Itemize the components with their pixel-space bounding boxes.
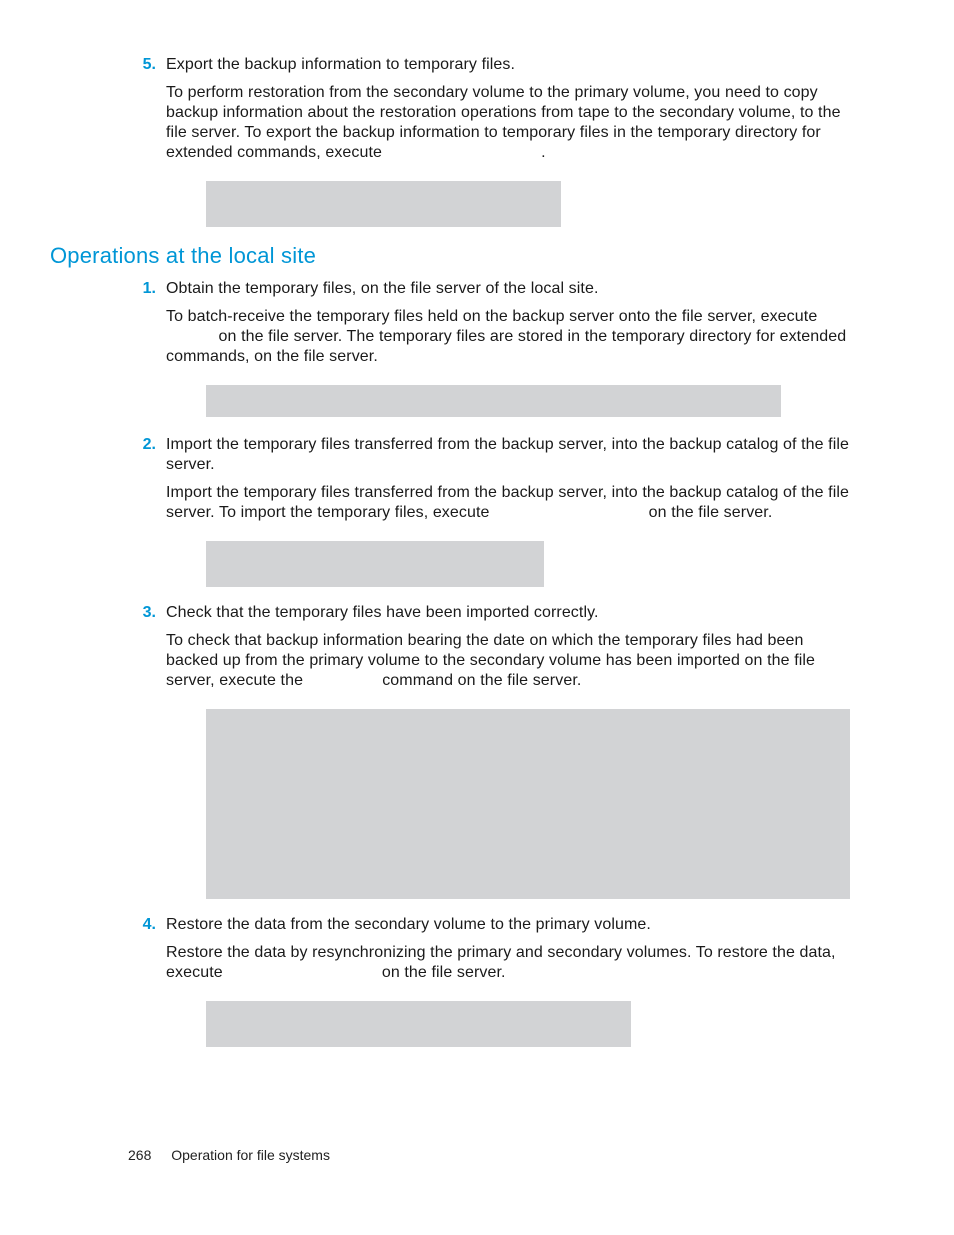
- remote-site-steps: 5. Export the backup information to temp…: [50, 55, 904, 227]
- code-block-check: [206, 709, 850, 899]
- step-4-body: Restore the data from the secondary volu…: [166, 915, 904, 993]
- step-4: 4. Restore the data from the secondary v…: [50, 915, 904, 993]
- step-3-body: Check that the temporary files have been…: [166, 603, 904, 701]
- step-1-title: Obtain the temporary files, on the file …: [166, 279, 850, 299]
- step-4-number: 4.: [130, 915, 156, 993]
- step-5: 5. Export the backup information to temp…: [50, 55, 904, 173]
- step-4-title: Restore the data from the secondary volu…: [166, 915, 850, 935]
- step-1-body: Obtain the temporary files, on the file …: [166, 279, 904, 377]
- step-1-para-b: on the file server. The temporary files …: [166, 328, 846, 365]
- step-2-number: 2.: [130, 435, 156, 533]
- step-5-para-trail: .: [541, 144, 546, 161]
- page-footer: 268 Operation for file systems: [128, 1147, 330, 1163]
- step-3-paragraph: To check that backup information bearing…: [166, 631, 850, 691]
- local-site-steps: 1. Obtain the temporary files, on the fi…: [50, 279, 904, 1047]
- step-2-para-b: on the file server.: [649, 504, 773, 521]
- step-2-body: Import the temporary files transferred f…: [166, 435, 904, 533]
- step-3-para-b: command on the file server.: [382, 672, 581, 689]
- step-2-paragraph: Import the temporary files transferred f…: [166, 483, 850, 523]
- step-1-paragraph: To batch-receive the temporary files hel…: [166, 307, 850, 367]
- step-3: 3. Check that the temporary files have b…: [50, 603, 904, 701]
- page: 5. Export the backup information to temp…: [0, 0, 954, 1235]
- step-2-title: Import the temporary files transferred f…: [166, 435, 850, 475]
- step-4-para-b: on the file server.: [382, 964, 506, 981]
- step-5-body: Export the backup information to tempora…: [166, 55, 904, 173]
- code-block-restore: [206, 1001, 631, 1047]
- step-5-para-text: To perform restoration from the secondar…: [166, 84, 841, 161]
- step-1: 1. Obtain the temporary files, on the fi…: [50, 279, 904, 377]
- code-block-import: [206, 541, 544, 587]
- page-number: 268: [128, 1147, 151, 1163]
- step-5-title: Export the backup information to tempora…: [166, 55, 850, 75]
- step-1-para-a: To batch-receive the temporary files hel…: [166, 308, 817, 325]
- step-5-paragraph: To perform restoration from the secondar…: [166, 83, 850, 163]
- step-2: 2. Import the temporary files transferre…: [50, 435, 904, 533]
- code-block-obtain: [206, 385, 781, 417]
- section-heading-local-site: Operations at the local site: [50, 243, 904, 269]
- step-4-paragraph: Restore the data by resynchronizing the …: [166, 943, 850, 983]
- code-block-export: [206, 181, 561, 227]
- footer-section-title: Operation for file systems: [171, 1147, 330, 1163]
- step-3-title: Check that the temporary files have been…: [166, 603, 850, 623]
- step-1-number: 1.: [130, 279, 156, 377]
- step-5-number: 5.: [130, 55, 156, 173]
- step-3-number: 3.: [130, 603, 156, 701]
